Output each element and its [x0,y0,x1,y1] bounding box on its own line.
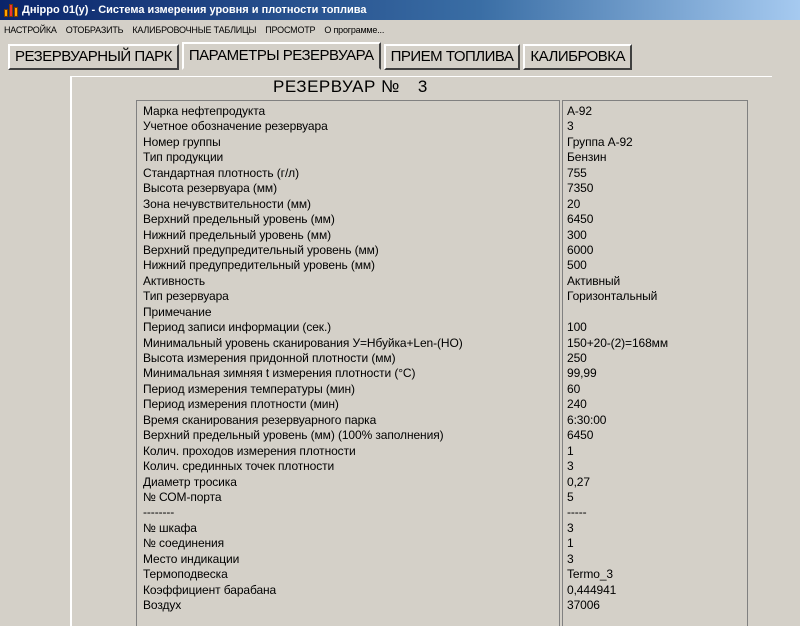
param-label: Минимальная зимняя t измерения плотности… [143,366,416,381]
param-value-cell[interactable]: 250 [563,351,747,366]
params-label-list: Марка нефтепродукта Учетное обозначение р… [137,101,559,613]
param-label: Верхний предупредительный уровень (мм) [143,242,379,257]
param-value-cell[interactable]: 1 [563,536,747,551]
param-label: Термоподвеска [143,567,228,582]
param-label: Колич. срединных точек плотности [143,459,335,474]
param-value-cell[interactable]: 6450 [563,212,747,227]
param-value-cell[interactable]: 60 [563,382,747,397]
param-value-cell[interactable]: ----- [563,505,747,520]
param-label: Зона нечувствительности (мм) [143,196,311,211]
menu-bar: НАСТРОЙКА ОТОБРАЗИТЬ КАЛИБРОВОЧНЫЕ ТАБЛИ… [0,20,800,40]
param-value-cell[interactable]: 240 [563,397,747,412]
param-label: Минимальный уровень сканирования У=Нбуйк… [143,335,463,350]
param-label: Высота измерения придонной плотности (мм… [143,351,396,365]
tab-calibration[interactable]: КАЛИБРОВКА [523,44,633,70]
params-table: Марка нефтепродукта Учетное обозначение р… [136,100,750,626]
param-label: Период измерения плотности (мин) [143,397,339,412]
param-value-cell[interactable]: 3 [563,459,747,474]
menu-item-view[interactable]: ПРОСМОТР [265,25,315,35]
param-value-cell[interactable]: 755 [563,166,747,181]
param-value-cell[interactable]: 6000 [563,243,747,258]
params-label-column: Марка нефтепродукта Учетное обозначение р… [136,100,560,626]
menu-item-about[interactable]: О программе... [324,25,384,35]
param-label: Воздух [143,598,182,612]
param-value-cell[interactable]: 1 [563,444,747,459]
param-label: Период записи информации (сек.) [143,320,332,335]
tab-reservoir-params[interactable]: ПАРАМЕТРЫ РЕЗЕРВУАРА [181,42,381,70]
tab-content: РЕЗЕРВУАР № 3 Марка нефтепродукта Учетное … [8,72,800,626]
param-label: Верхний предельный уровень (мм) [143,212,335,227]
param-value-cell[interactable]: 500 [563,258,747,273]
param-label: Верхний предельный уровень (мм) (100% за… [143,428,444,443]
param-value-cell[interactable] [563,305,747,320]
tab-fuel-intake[interactable]: ПРИЕМ ТОПЛИВА [383,44,521,70]
param-value-cell[interactable]: 3 [563,521,747,536]
param-label: Номер группы [143,134,221,149]
param-label: № соединения [143,536,225,551]
reservoir-title: РЕЗЕРВУАР № 3 [273,77,428,97]
param-label: Марка нефтепродукта [143,104,266,118]
param-label: Учетное обозначение резервуара [143,119,328,134]
reservoir-number: 3 [417,77,428,96]
param-value-cell[interactable]: Горизонтальный [563,289,747,304]
param-label: Высота резервуара (мм) [143,181,277,196]
param-label: Место индикации [143,551,240,566]
param-value-cell[interactable]: Активный [563,274,747,289]
param-label: Диаметр тросика [143,474,237,489]
param-value-cell[interactable]: 0,444941 [563,583,747,598]
tab-reservoir-park[interactable]: РЕЗЕРВУАРНЫЙ ПАРК [8,44,179,70]
param-label: Время сканирования резервуарного парка [143,412,377,427]
param-label: № СОМ-порта [143,489,222,504]
param-label: Колич. проходов измерения плотности [143,443,356,458]
param-label: Стандартная плотность (г/л) [143,165,299,180]
param-value-cell[interactable]: 100 [563,320,747,335]
param-value-cell[interactable]: 300 [563,228,747,243]
param-value-cell[interactable]: 3 [563,119,747,134]
param-label: Нижний предельный уровень (мм) [143,227,331,242]
param-label: Коэффициент барабана [143,582,277,597]
window-title: Днipро 01(у) - Система измерения уровня … [22,4,367,16]
param-value-cell[interactable]: 20 [563,197,747,212]
param-label: -------- [143,505,175,520]
param-label: Тип продукции [143,150,224,165]
reservoir-title-text: РЕЗЕРВУАР № [273,77,400,96]
param-label: Примечание [143,304,212,319]
param-label: Тип резервуара [143,289,229,304]
param-label: № шкафа [143,520,197,535]
param-label: Нижний предупредительный уровень (мм) [143,258,375,273]
param-value-cell[interactable]: 150+20-(2)=168мм [563,336,747,351]
menu-item-settings[interactable]: НАСТРОЙКА [4,25,57,35]
params-value-column[interactable]: А-92 3 Группа А-92 Бензин 755 7350 20 6450 300 60… [562,100,748,626]
param-value-cell[interactable]: 37006 [563,598,747,613]
title-bar: Днipро 01(у) - Система измерения уровня … [0,0,800,20]
param-value-cell[interactable]: 5 [563,490,747,505]
param-label: Активность [143,273,206,288]
app-icon [4,3,18,17]
params-value-list: А-92 3 Группа А-92 Бензин 755 7350 20 6450 300 60… [563,101,747,613]
param-value-cell[interactable]: А-92 [563,104,747,119]
param-value-cell[interactable]: 6:30:00 [563,413,747,428]
param-value-cell[interactable]: 0,27 [563,475,747,490]
param-value-cell[interactable]: 6450 [563,428,747,443]
param-value-cell[interactable]: 99,99 [563,366,747,381]
param-value-cell[interactable]: Termo_3 [563,567,747,582]
tab-strip: РЕЗЕРВУАРНЫЙ ПАРК ПАРАМЕТРЫ РЕЗЕРВУАРА П… [8,42,635,70]
param-value-cell[interactable]: Бензин [563,150,747,165]
menu-item-calibration-tables[interactable]: КАЛИБРОВОЧНЫЕ ТАБЛИЦЫ [132,25,256,35]
param-value-cell[interactable]: Группа А-92 [563,135,747,150]
param-label: Период измерения температуры (мин) [143,381,355,396]
app-window: Днipро 01(у) - Система измерения уровня … [0,0,800,626]
menu-item-display[interactable]: ОТОБРАЗИТЬ [66,25,124,35]
param-value-cell[interactable]: 3 [563,552,747,567]
param-value-cell[interactable]: 7350 [563,181,747,196]
